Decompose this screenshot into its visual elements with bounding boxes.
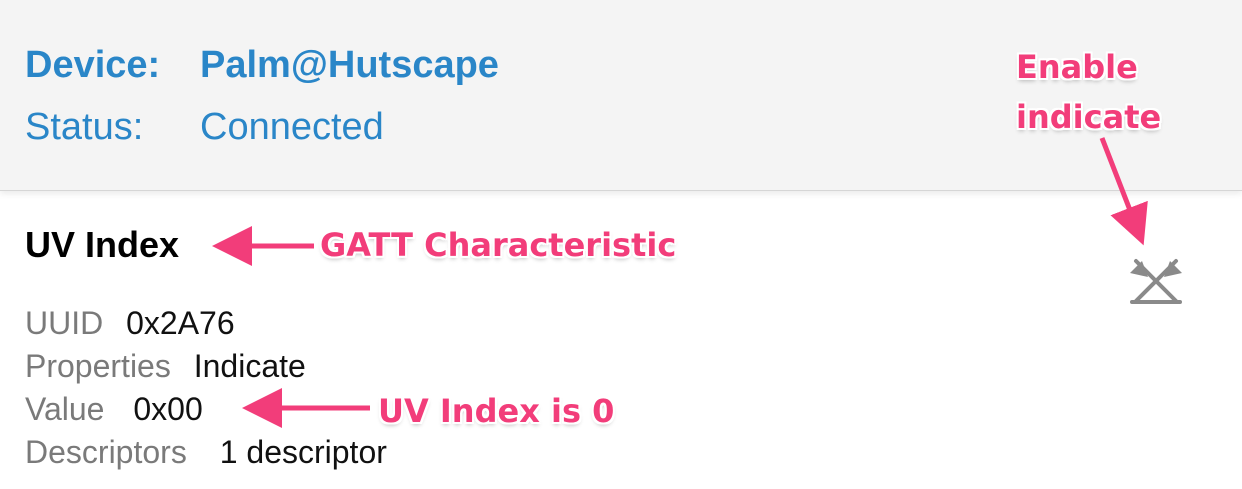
annotation-enable-line2: indicate (1016, 98, 1162, 136)
status-value: Connected (200, 106, 384, 148)
descriptors-row: Descriptors 1 descriptor (25, 434, 387, 471)
uuid-row: UUID 0x2A76 (25, 305, 235, 342)
descriptors-label: Descriptors (25, 434, 187, 470)
status-label: Status: (25, 106, 144, 148)
properties-value: Indicate (193, 348, 306, 384)
indicate-toggle-button[interactable] (1128, 255, 1184, 307)
annotation-gatt-characteristic: GATT Characteristic (320, 226, 677, 264)
descriptors-value: 1 descriptor (219, 434, 387, 470)
properties-label: Properties (25, 348, 171, 384)
status-row: Status: Connected (25, 106, 384, 149)
properties-row: Properties Indicate (25, 348, 306, 385)
annotation-enable-line1: Enable (1016, 48, 1138, 86)
value-row: Value 0x00 (25, 391, 203, 428)
value-value: 0x00 (133, 391, 203, 427)
device-label: Device: (25, 44, 161, 86)
characteristic-title: UV Index (25, 224, 180, 265)
annotation-uv-index-is-0: UV Index is 0 (378, 392, 615, 430)
uuid-value: 0x2A76 (126, 305, 235, 341)
uuid-label: UUID (25, 305, 104, 341)
device-row: Device: Palm@Hutscape (25, 44, 499, 87)
value-label: Value (25, 391, 105, 427)
indicate-toggle-icon (1130, 259, 1182, 304)
annotation-enable-indicate: Enable indicate (1016, 42, 1161, 142)
device-name: Palm@Hutscape (200, 44, 499, 86)
